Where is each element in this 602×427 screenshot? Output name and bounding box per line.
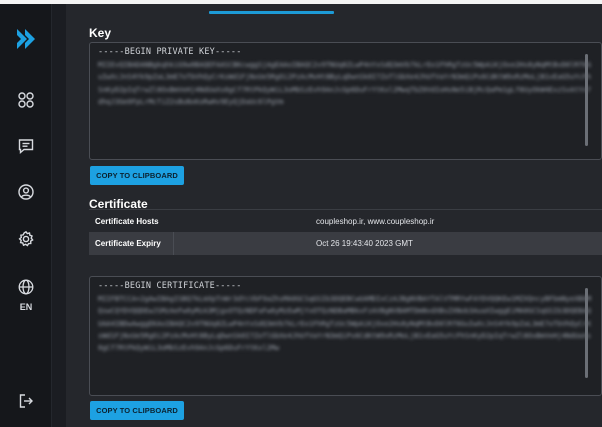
sidebar-gutter (52, 4, 66, 427)
table-row: Certificate Expiry Oct 26 19:43:40 2023 … (89, 232, 602, 255)
certificate-body: MIIFBTCCA+2gAwIBAgISBQ7kLmXpTnWr3dYcVbF9… (98, 295, 592, 353)
certificate-hosts-value: coupleshop.ir, www.coupleshop.ir (316, 217, 435, 226)
private-key-header: -----BEGIN PRIVATE KEY----- (98, 47, 242, 57)
table-row: Certificate Hosts coupleshop.ir, www.cou… (89, 209, 602, 232)
certificate-scrollbar[interactable] (585, 288, 588, 378)
certificate-hosts-label: Certificate Hosts (95, 217, 159, 226)
active-tab-indicator (209, 11, 334, 14)
private-key-textarea[interactable]: -----BEGIN PRIVATE KEY----- MIIEvQIBADAN… (89, 42, 602, 160)
globe-language-icon[interactable] (17, 278, 35, 296)
logout-icon[interactable] (17, 392, 35, 410)
copy-certificate-button[interactable]: COPY TO CLIPBOARD (90, 401, 184, 420)
user-profile-icon[interactable] (17, 183, 35, 201)
dashboard-grid-icon[interactable] (17, 91, 35, 109)
private-key-body: MIIEvQIBADANBgkqhkiG9w0BAQEFAASCBKcwggSj… (98, 61, 592, 106)
copy-private-key-button[interactable]: COPY TO CLIPBOARD (90, 166, 184, 185)
private-key-scrollbar[interactable] (585, 54, 588, 146)
certificate-header: -----BEGIN CERTIFICATE----- (98, 281, 242, 291)
table-divider (173, 232, 174, 255)
sidebar: EN (0, 4, 52, 427)
certificate-details-table: Certificate Hosts coupleshop.ir, www.cou… (89, 209, 602, 255)
certificate-expiry-label: Certificate Expiry (95, 239, 161, 248)
language-label[interactable]: EN (8, 302, 44, 312)
app-window: EN Key -----BEGIN PRIVATE KEY----- MIIEv… (0, 0, 602, 427)
key-section-title: Key (89, 26, 112, 40)
certificate-textarea[interactable]: -----BEGIN CERTIFICATE----- MIIFBTCCA+2g… (89, 276, 602, 396)
certificate-expiry-value: Oct 26 19:43:40 2023 GMT (316, 239, 413, 248)
settings-gear-icon[interactable] (17, 230, 35, 248)
chat-message-icon[interactable] (17, 137, 35, 155)
logo-icon[interactable] (14, 27, 38, 51)
main-panel: Key -----BEGIN PRIVATE KEY----- MIIEvQIB… (66, 4, 602, 427)
